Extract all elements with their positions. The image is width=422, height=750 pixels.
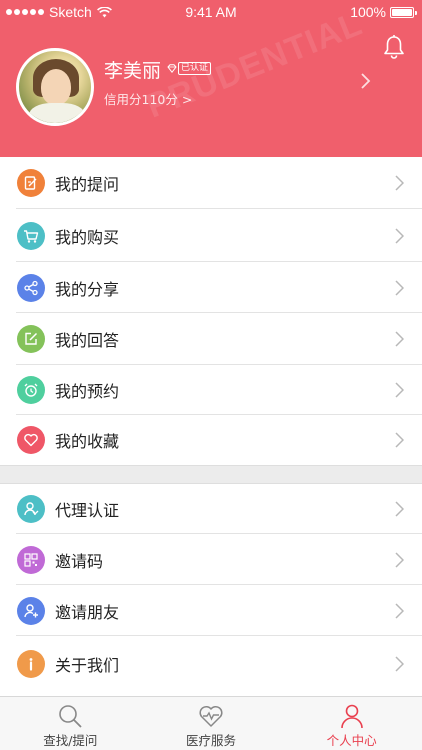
menu-label: 我的分享 <box>55 279 120 299</box>
diamond-icon <box>167 64 177 73</box>
chevron-right-icon <box>395 279 404 296</box>
menu-item-invite-friends[interactable]: 邀请朋友 <box>0 585 422 636</box>
menu-item-my-questions[interactable]: 我的提问 <box>0 157 422 209</box>
person-icon <box>340 704 363 729</box>
tab-medical-services[interactable]: 医疗服务 <box>141 697 282 750</box>
chevron-right-icon <box>395 655 404 672</box>
answer-edit-icon <box>17 325 45 353</box>
menu-label: 我的回答 <box>55 331 120 350</box>
menu-item-my-shares[interactable]: 我的分享 <box>0 262 422 313</box>
cart-icon <box>17 221 45 250</box>
heart-pulse-icon <box>199 705 223 727</box>
menu-item-invite-code[interactable]: 邀请码 <box>0 534 422 585</box>
info-icon <box>17 649 45 678</box>
battery-icon <box>390 6 417 18</box>
share-icon <box>17 273 45 302</box>
chevron-right-icon <box>395 432 404 448</box>
menu-group-activity: 我的提问 我的购买 我的分享 我的回答 我的预约 我的收藏 <box>0 157 422 465</box>
chevron-right-icon <box>395 602 404 619</box>
chevron-right-icon <box>395 331 404 347</box>
credit-score-link[interactable]: 信用分110分 > <box>104 89 192 108</box>
battery-status: 100% <box>350 4 417 20</box>
menu-label: 关于我们 <box>55 655 120 675</box>
menu-label: 我的收藏 <box>55 432 120 451</box>
menu-label: 我的购买 <box>55 227 120 247</box>
menu-label: 邀请朋友 <box>55 602 120 622</box>
tab-personal-center[interactable]: 个人中心 <box>281 697 422 750</box>
menu-item-my-favorites[interactable]: 我的收藏 <box>0 415 422 465</box>
chevron-right-icon <box>395 227 404 244</box>
chevron-right-icon <box>395 382 404 398</box>
menu-group-account: 代理认证 邀请码 邀请朋友 关于我们 <box>0 484 422 691</box>
tab-search-ask[interactable]: 查找/提问 <box>0 697 141 750</box>
menu-label: 我的提问 <box>55 175 120 194</box>
chevron-right-icon <box>395 501 404 517</box>
bell-icon[interactable] <box>382 34 406 60</box>
tab-label: 个人中心 <box>326 733 377 748</box>
chevron-right-icon <box>395 175 404 191</box>
menu-label: 我的预约 <box>55 382 120 401</box>
menu-item-agent-verification[interactable]: 代理认证 <box>0 484 422 534</box>
add-friend-icon <box>17 596 45 625</box>
profile-header: PRUDENTIAL Sketch 9:41 AM 100% 李美丽 已认证 信… <box>0 0 422 157</box>
qr-code-icon <box>17 545 45 574</box>
menu-item-about-us[interactable]: 关于我们 <box>0 636 422 691</box>
chevron-right-icon[interactable] <box>360 72 372 90</box>
verified-label: 已认证 <box>178 62 212 75</box>
heart-icon <box>17 426 45 454</box>
search-icon <box>59 705 82 728</box>
question-edit-icon <box>17 169 45 197</box>
verified-badge: 已认证 <box>167 62 212 75</box>
status-bar: Sketch 9:41 AM 100% <box>0 0 422 26</box>
tab-bar: 查找/提问 医疗服务 个人中心 <box>0 696 422 750</box>
user-name: 李美丽 <box>104 60 162 82</box>
section-divider <box>0 465 422 484</box>
menu-item-my-answers[interactable]: 我的回答 <box>0 313 422 365</box>
agent-verify-icon <box>17 495 45 523</box>
alarm-clock-icon <box>17 376 45 404</box>
menu-item-my-appointments[interactable]: 我的预约 <box>0 365 422 415</box>
menu-label: 邀请码 <box>55 551 104 571</box>
avatar[interactable] <box>16 48 94 126</box>
menu-item-my-purchases[interactable]: 我的购买 <box>0 209 422 262</box>
tab-label: 医疗服务 <box>186 733 237 748</box>
chevron-right-icon <box>395 551 404 568</box>
battery-percent: 100% <box>350 4 386 20</box>
menu-label: 代理认证 <box>55 501 120 520</box>
tab-label: 查找/提问 <box>43 733 98 748</box>
